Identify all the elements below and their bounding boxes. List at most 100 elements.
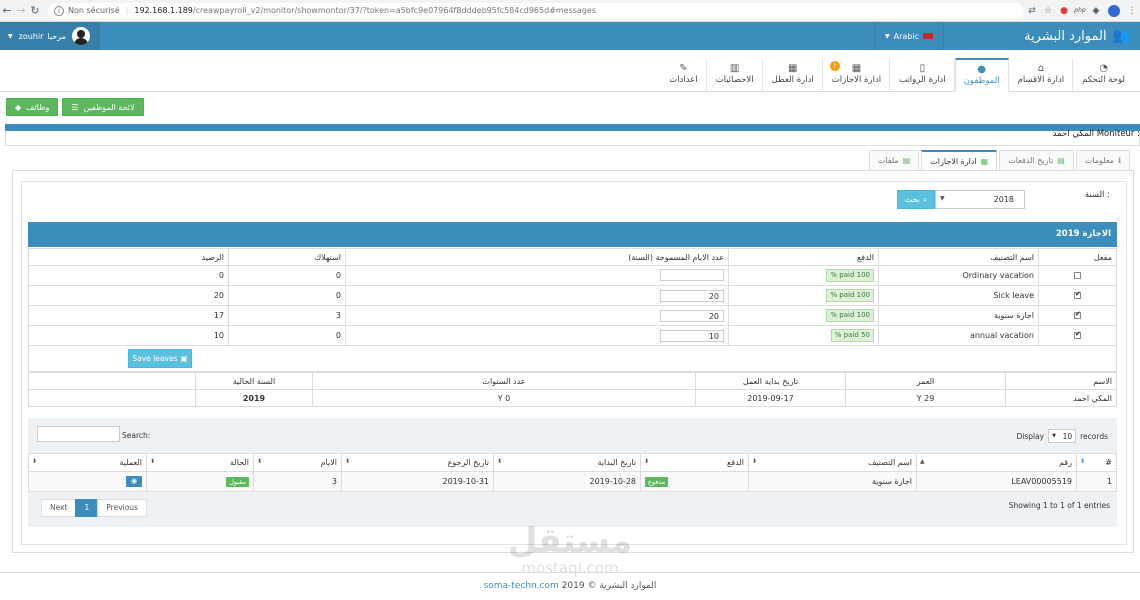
col-header-4[interactable]: تاريخ البداية ⬍ — [493, 453, 641, 472]
extension-icon[interactable]: ◆ — [1088, 6, 1104, 16]
module-tab-0[interactable]: ◔ لوحة التحكم — [1073, 58, 1134, 92]
payment-cell: 100 paid % — [728, 305, 879, 326]
file-green-icon: ▤ — [902, 156, 911, 165]
tab-0[interactable]: معلومات ℹ — [1075, 150, 1130, 170]
cell-num: 1 — [1076, 471, 1117, 492]
info-icon[interactable]: i — [54, 5, 64, 16]
module-tab-1[interactable]: ⌂ ادارة الاقسام — [1009, 58, 1074, 92]
col-header-2[interactable]: اسم التصنيف ⬍ — [748, 453, 917, 472]
allowed-days-input[interactable]: 10 — [660, 329, 724, 342]
tab-1[interactable]: تاريخ الدفعات ▤ — [999, 150, 1074, 170]
app-header: ▼ zouhir مرحبا ▼ Arabic الموارد البشرية … — [0, 22, 1140, 50]
page-1-button[interactable]: 1 — [75, 499, 99, 517]
allowed-days-input[interactable]: 20 — [660, 309, 724, 322]
pagination: Next 1 Previous — [41, 499, 147, 517]
module-tab-7[interactable]: ✎ اعدادات — [660, 58, 707, 92]
bookmark-star-icon[interactable]: ☆ — [1040, 6, 1056, 16]
sort-icon: ⬍ — [150, 458, 156, 465]
save-leaves-button[interactable]: Save leaves ▣ — [128, 349, 192, 368]
year-value: 2018 — [993, 195, 1014, 204]
employees-list-button[interactable]: ☰ لائحة الموظفين — [62, 98, 144, 116]
col-header-0[interactable]: # ⬍ — [1076, 453, 1117, 472]
enabled-checkbox[interactable] — [1074, 272, 1081, 279]
user-menu[interactable]: ▼ zouhir مرحبا — [0, 22, 100, 50]
caret-down-icon: ▼ — [8, 32, 13, 40]
address-bar[interactable]: i Non sécurisé | 192.168.1.189 /creawpay… — [48, 2, 1024, 19]
col-current-year: السنة الحالية — [195, 372, 313, 390]
module-tab-3[interactable]: ▯ ادارة الرواتب — [890, 58, 955, 92]
next-page-button[interactable]: Next — [41, 499, 77, 517]
module-tab-label: ادارة الرواتب — [899, 75, 946, 85]
brand-title: الموارد البشرية — [1024, 28, 1107, 44]
module-tab-5[interactable]: ▦ ادارة العطل — [763, 58, 823, 92]
view-icon[interactable]: ◉ — [126, 476, 142, 487]
col-header-label: تاريخ الرجوع — [447, 458, 489, 467]
days-cell: 20 — [345, 285, 729, 306]
menu-dots-icon[interactable]: ⋮ — [1124, 6, 1140, 16]
previous-page-button[interactable]: Previous — [97, 499, 147, 517]
cell-start: 2019-10-28 — [493, 471, 641, 492]
language-switcher[interactable]: ▼ Arabic — [874, 22, 944, 50]
used-cell: 3 — [228, 305, 346, 326]
tab-2[interactable]: ادارة الاجازات ▦ — [921, 150, 998, 170]
php-extension-icon[interactable]: php — [1072, 7, 1088, 14]
page-length-select[interactable]: ▼ 10 — [1048, 429, 1077, 443]
paid-badge: 100 paid % — [826, 309, 874, 322]
enabled-checkbox[interactable] — [1074, 330, 1081, 339]
year-select[interactable]: ▼ 2018 — [935, 190, 1025, 209]
module-tab-6[interactable]: ▥ الاحصائيات — [707, 58, 763, 92]
col-years: عدد السنوات — [312, 372, 696, 390]
col-header-8[interactable]: العملية ⬍ — [28, 453, 147, 472]
search-label: بحث — [904, 195, 920, 204]
col-header-7[interactable]: الحالة ⬍ — [146, 453, 254, 472]
col-header-6[interactable]: الايام ⬍ — [253, 453, 342, 472]
profile-avatar-icon[interactable] — [1108, 4, 1120, 17]
summary-years: 0 Y — [312, 389, 696, 407]
footer: soma-techn.com الموارد البشرية © 2019 — [0, 572, 1140, 600]
footer-link[interactable]: soma-techn.com — [484, 581, 559, 591]
col-header-5[interactable]: تاريخ الرجوع ⬍ — [341, 453, 494, 472]
col-start-date: تاريخ بداية العمل — [695, 372, 846, 390]
reload-icon[interactable]: ↻ — [28, 4, 42, 17]
allowed-days-input[interactable]: 20 — [660, 289, 724, 302]
user-icon: ● — [977, 64, 987, 75]
module-nav: ◔ لوحة التحكم ⌂ ادارة الاقسام ● الموظفون ▯ ادار… — [0, 50, 1140, 92]
allowed-days-input[interactable] — [660, 268, 724, 281]
title-prefix: Moniteur : — [1096, 129, 1140, 139]
summary-empty — [28, 389, 196, 407]
enabled-checkbox[interactable] — [1074, 310, 1081, 319]
module-tab-label: ادارة الاجازات — [831, 75, 882, 85]
summary-age: 29 Y — [845, 389, 1006, 407]
search-button[interactable]: بحث ⌕ — [897, 190, 935, 209]
bar-chart-icon: ▥ — [729, 63, 740, 74]
tab-label: تاريخ الدفعات — [1008, 156, 1054, 165]
used-cell: 0 — [228, 265, 346, 286]
page-length-value: 10 — [1062, 431, 1073, 441]
cell-status: مقبول — [146, 471, 254, 492]
module-tab-4[interactable]: ▦! ادارة الاجازات — [823, 58, 891, 92]
payment-cell: 100 paid % — [728, 265, 879, 286]
back-icon[interactable]: ← — [0, 4, 14, 17]
footer-text: الموارد البشرية © 2019 — [561, 581, 657, 591]
cell-payment: مدفوع — [640, 471, 749, 492]
col-header-3[interactable]: الدفع ⬍ — [640, 453, 749, 472]
home-icon: ⌂ — [1037, 63, 1045, 74]
paid-badge: 50 paid % — [830, 329, 874, 342]
opera-icon[interactable]: ● — [1056, 6, 1072, 16]
search-input[interactable] — [37, 426, 120, 442]
translate-icon[interactable]: ⇄ — [1024, 6, 1040, 16]
col-header-1[interactable]: رقم ▲ — [916, 453, 1077, 472]
caret-down-icon: ▼ — [885, 32, 890, 40]
paid-badge: 100 paid % — [826, 289, 874, 302]
enabled-cell — [1038, 305, 1117, 326]
jobs-label: وظائف — [26, 102, 50, 112]
enabled-checkbox[interactable] — [1074, 290, 1081, 299]
forward-icon[interactable]: → — [14, 4, 28, 17]
col-header-label: العملية — [119, 458, 143, 467]
brand-logo[interactable]: الموارد البشرية 👥 — [954, 22, 1140, 50]
table-row: 1 LEAV00005519 اجازة سنوية مدفوع 2019-10-28 2… — [28, 471, 1117, 492]
module-tab-2[interactable]: ● الموظفون — [954, 58, 1009, 92]
jobs-button[interactable]: ◆ وظائف — [6, 98, 59, 116]
tab-3[interactable]: ملفات ▤ — [868, 150, 920, 170]
records-label: records — [1080, 431, 1108, 441]
